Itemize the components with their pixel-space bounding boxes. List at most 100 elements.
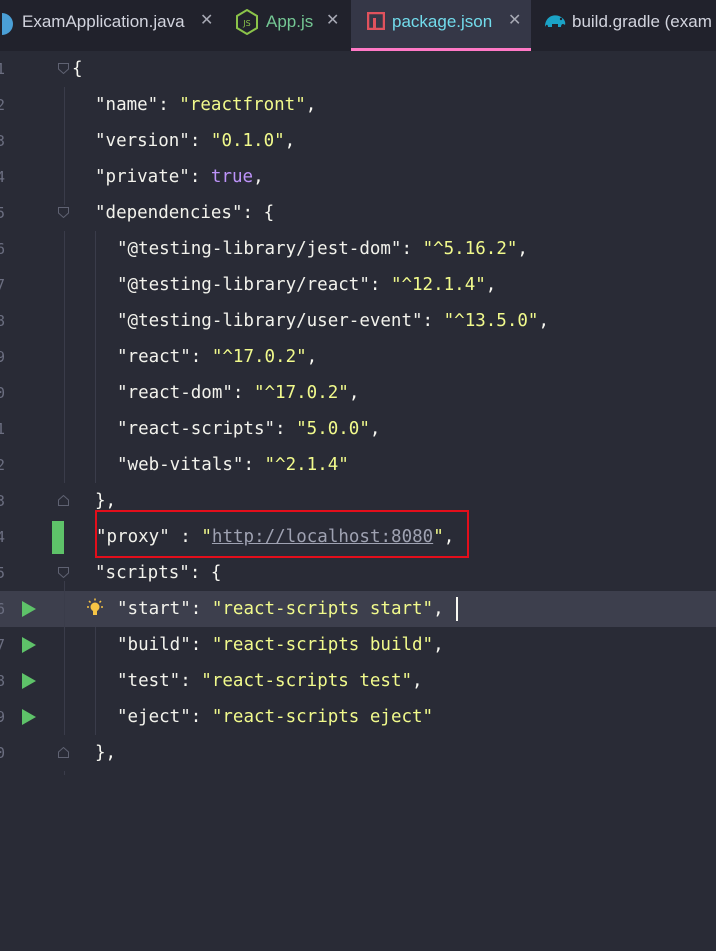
json-key: "@testing-library/jest-dom" (117, 239, 402, 259)
tab-label: App.js (266, 12, 314, 31)
javascript-file-icon: JS (236, 8, 258, 40)
tab-label: build.gradle (exam (572, 12, 712, 31)
json-punctuation: , (538, 311, 549, 331)
line-number: 3 (0, 132, 6, 150)
line-number: 2 (0, 96, 6, 114)
json-string-value: "react-scripts test" (201, 671, 413, 691)
line-number: 4 (0, 528, 6, 546)
code-line: 9 "react": "^17.0.2", (0, 339, 716, 375)
code-line: 3 "version": "0.1.0", (0, 123, 716, 159)
line-number: 0 (0, 744, 6, 762)
json-punctuation: , (485, 275, 497, 295)
json-key: "build" (117, 635, 191, 655)
json-string-value: "react-scripts build" (211, 635, 434, 655)
fold-open-icon[interactable] (58, 567, 69, 578)
json-punctuation: , (348, 383, 360, 403)
code-line: 7 "@testing-library/react": "^12.1.4", (0, 267, 716, 303)
json-string-value: "^17.0.2" (253, 383, 349, 403)
json-key: "scripts" (95, 563, 190, 583)
code-line: 5 "scripts": { (0, 555, 716, 591)
gradle-elephant-icon (543, 13, 567, 36)
json-string-value: "react-scripts eject" (211, 707, 434, 727)
code-line: 1 "react-scripts": "5.0.0", (0, 411, 716, 447)
json-separator: : (401, 239, 423, 259)
code-line: 8 "test": "react-scripts test", (0, 663, 716, 699)
line-number: 9 (0, 708, 6, 726)
tab-package-json[interactable]: package.json ✕ (351, 0, 531, 51)
json-key: "react-scripts" (117, 419, 276, 439)
vcs-change-marker[interactable] (52, 521, 64, 554)
text-caret (456, 597, 458, 621)
fold-close-icon[interactable] (58, 495, 69, 506)
close-icon[interactable]: ✕ (326, 10, 339, 30)
run-script-icon[interactable] (21, 600, 37, 618)
json-separator: : (242, 203, 264, 223)
json-separator: : (232, 383, 254, 403)
tab-label: package.json (392, 12, 493, 31)
tab-app-js[interactable]: JS App.js ✕ (226, 0, 350, 51)
json-brace: { (263, 203, 275, 223)
fold-open-icon[interactable] (58, 63, 69, 74)
json-string-value: "^5.16.2" (422, 239, 518, 259)
json-key: "version" (95, 131, 190, 151)
json-key: "private" (95, 167, 190, 187)
line-number: 7 (0, 636, 6, 654)
line-number: 0 (0, 384, 6, 402)
json-boolean-value: true (210, 167, 254, 187)
npm-package-icon (366, 11, 386, 35)
json-key: "start" (117, 599, 191, 619)
code-line-current: 6 "start": "react-scripts start", (0, 591, 716, 627)
json-string-value: "^12.1.4" (390, 275, 486, 295)
json-separator: : (180, 671, 202, 691)
json-string-value: "5.0.0" (296, 419, 370, 439)
java-class-icon (0, 11, 16, 42)
json-separator: : (243, 455, 265, 475)
line-number: 9 (0, 348, 6, 366)
json-punctuation: , (253, 167, 264, 187)
json-key: "test" (117, 671, 181, 691)
line-number: 6 (0, 600, 6, 618)
lightbulb-icon[interactable] (85, 598, 105, 620)
json-separator: : (189, 167, 211, 187)
run-script-icon[interactable] (21, 672, 37, 690)
line-number: 8 (0, 672, 6, 690)
code-line: 9 "eject": "react-scripts eject" (0, 699, 716, 735)
tab-exam-application-java[interactable]: ExamApplication.java ✕ (0, 0, 226, 51)
line-number: 4 (0, 168, 6, 186)
code-editor[interactable]: 1 { 2 "name": "reactfront", 3 "version":… (0, 51, 716, 775)
code-line: 1 { (0, 51, 716, 87)
json-key: "eject" (117, 707, 191, 727)
line-number: 1 (0, 420, 6, 438)
json-separator: : (369, 275, 391, 295)
fold-open-icon[interactable] (58, 207, 69, 218)
code-line: 4 "private": true, (0, 159, 716, 195)
code-line: 6 "@testing-library/jest-dom": "^5.16.2"… (0, 231, 716, 267)
json-separator: : (189, 131, 211, 151)
svg-text:JS: JS (242, 19, 250, 28)
code-line: 5 "dependencies": { (0, 195, 716, 231)
json-string-value: "react-scripts start" (211, 599, 434, 619)
line-number: 7 (0, 276, 6, 294)
run-script-icon[interactable] (21, 636, 37, 654)
json-key: "dependencies" (95, 203, 243, 223)
fold-close-icon[interactable] (58, 747, 69, 758)
json-separator: : (158, 95, 180, 115)
json-separator: : (275, 419, 297, 439)
json-key: "web-vitals" (117, 455, 244, 475)
json-string-value: "^13.5.0" (443, 311, 539, 331)
close-icon[interactable]: ✕ (508, 10, 521, 30)
json-punctuation: , (412, 671, 423, 691)
close-icon[interactable]: ✕ (200, 10, 213, 30)
json-punctuation: , (369, 419, 381, 439)
json-punctuation: , (305, 95, 317, 115)
json-separator: : (189, 563, 211, 583)
tab-build-gradle[interactable]: build.gradle (exam (531, 0, 716, 51)
line-number: 2 (0, 456, 6, 474)
json-brace: { (210, 563, 222, 583)
run-script-icon[interactable] (21, 708, 37, 726)
json-punctuation: , (517, 239, 528, 259)
line-number: 5 (0, 204, 6, 222)
json-punctuation: , (306, 347, 318, 367)
code-line: 0 "react-dom": "^17.0.2", (0, 375, 716, 411)
json-key: "react" (117, 347, 191, 367)
